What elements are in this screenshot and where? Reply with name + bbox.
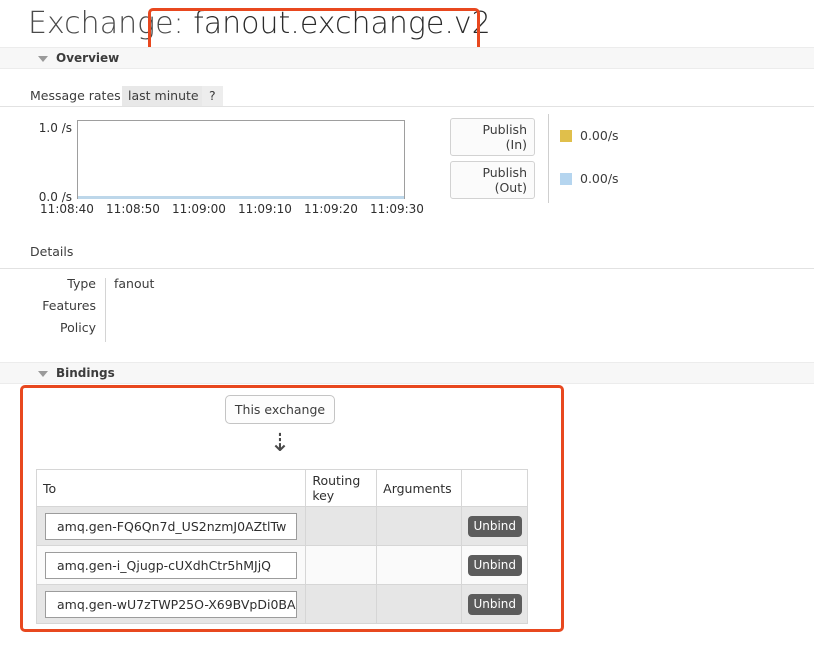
unbind-button[interactable]: Unbind xyxy=(468,555,522,576)
legend-divider xyxy=(548,114,549,160)
y-axis-tick-max: 1.0 /s xyxy=(0,121,72,135)
x-axis-tick: 11:09:20 xyxy=(298,202,364,216)
legend-row-publish-in: Publish (In) 0.00/s xyxy=(450,118,670,156)
legend-swatch-publish-out xyxy=(560,173,572,185)
caret-down-icon xyxy=(38,371,48,377)
x-axis-tick: 11:08:40 xyxy=(34,202,100,216)
details-divider xyxy=(0,268,814,269)
details-key: Policy xyxy=(0,320,96,335)
message-rates-chart: 1.0 /s 0.0 /s 11:08:4011:08:5011:09:0011… xyxy=(0,110,440,220)
column-header-to: To xyxy=(37,470,306,507)
binding-to-cell: amq.gen-i_Qjugp-cUXdhCtr5hMJjQ xyxy=(37,546,306,585)
unbind-button[interactable]: Unbind xyxy=(468,594,522,615)
legend-button-line2: (Out) xyxy=(495,180,527,195)
legend-swatch-publish-in xyxy=(560,130,572,142)
help-tab[interactable]: ? xyxy=(202,86,223,106)
binding-action-cell: Unbind xyxy=(462,507,528,546)
details-heading: Details xyxy=(30,244,73,259)
queue-name-link[interactable]: amq.gen-FQ6Qn7d_US2nzmJ0AZtlTw xyxy=(45,513,297,540)
unbind-button[interactable]: Unbind xyxy=(468,516,522,537)
binding-routing-key-cell xyxy=(306,585,377,624)
legend-divider xyxy=(548,157,549,203)
table-row: amq.gen-i_Qjugp-cUXdhCtr5hMJjQ Unbind xyxy=(37,546,528,585)
queue-name-link[interactable]: amq.gen-wU7zTWP25O-X69BVpDi0BA xyxy=(45,591,297,618)
queue-name-link[interactable]: amq.gen-i_Qjugp-cUXdhCtr5hMJjQ xyxy=(45,552,297,579)
chart-legend: Publish (In) 0.00/s Publish (Out) 0.00/s xyxy=(450,118,670,208)
section-header-overview[interactable]: Overview xyxy=(0,47,814,69)
x-axis-tick-labels: 11:08:4011:08:5011:09:0011:09:1011:09:20… xyxy=(34,202,438,216)
page-title: Exchange: fanout.exchange.v2 xyxy=(28,6,491,41)
table-row: amq.gen-FQ6Qn7d_US2nzmJ0AZtlTw Unbind xyxy=(37,507,528,546)
bindings-table-header-row: To Routing key Arguments xyxy=(37,470,528,507)
binding-arguments-cell xyxy=(377,507,462,546)
binding-to-cell: amq.gen-FQ6Qn7d_US2nzmJ0AZtlTw xyxy=(37,507,306,546)
details-key: Features xyxy=(0,298,96,313)
legend-row-publish-out: Publish (Out) 0.00/s xyxy=(450,161,670,199)
section-label-overview: Overview xyxy=(56,51,119,65)
section-label-bindings: Bindings xyxy=(56,366,115,380)
column-header-arguments: Arguments xyxy=(377,470,462,507)
message-rates-header: Message rates last minute ? xyxy=(0,86,814,107)
column-header-routing-key: Routing key xyxy=(306,470,377,507)
page-title-label: Exchange: xyxy=(28,6,184,41)
legend-button-line1: Publish xyxy=(482,165,527,180)
table-row: amq.gen-wU7zTWP25O-X69BVpDi0BA Unbind xyxy=(37,585,528,624)
binding-arguments-cell xyxy=(377,585,462,624)
message-rates-label: Message rates xyxy=(30,88,121,103)
binding-routing-key-cell xyxy=(306,507,377,546)
binding-routing-key-cell xyxy=(306,546,377,585)
legend-button-publish-in[interactable]: Publish (In) xyxy=(450,118,535,156)
x-axis-tick: 11:09:30 xyxy=(364,202,430,216)
binding-action-cell: Unbind xyxy=(462,546,528,585)
tab-last-minute[interactable]: last minute xyxy=(122,86,205,106)
binding-to-cell: amq.gen-wU7zTWP25O-X69BVpDi0BA xyxy=(37,585,306,624)
details-row-policy: Policy xyxy=(0,320,400,342)
binding-action-cell: Unbind xyxy=(462,585,528,624)
details-row-features: Features xyxy=(0,298,400,320)
details-row-type: Type fanout xyxy=(0,276,400,298)
chart-plot-area xyxy=(77,120,405,199)
caret-down-icon xyxy=(38,56,48,62)
legend-button-publish-out[interactable]: Publish (Out) xyxy=(450,161,535,199)
details-key: Type xyxy=(0,276,96,291)
chart-series-line-publish-out xyxy=(78,196,404,199)
legend-button-line2: (In) xyxy=(506,137,527,152)
double-down-arrow-icon: ⇣ xyxy=(260,430,300,458)
details-value: fanout xyxy=(114,276,154,291)
x-axis-tick: 11:08:50 xyxy=(100,202,166,216)
bindings-table: To Routing key Arguments amq.gen-FQ6Qn7d… xyxy=(36,469,528,624)
binding-arguments-cell xyxy=(377,546,462,585)
legend-value-publish-out: 0.00/s xyxy=(580,171,619,186)
exchange-name: fanout.exchange.v2 xyxy=(193,6,491,41)
legend-value-publish-in: 0.00/s xyxy=(580,128,619,143)
column-header-actions xyxy=(462,470,528,507)
x-axis-tick: 11:09:00 xyxy=(166,202,232,216)
x-axis-tick: 11:09:10 xyxy=(232,202,298,216)
this-exchange-box: This exchange xyxy=(225,395,335,424)
legend-button-line1: Publish xyxy=(482,122,527,137)
section-header-bindings[interactable]: Bindings xyxy=(0,362,814,384)
